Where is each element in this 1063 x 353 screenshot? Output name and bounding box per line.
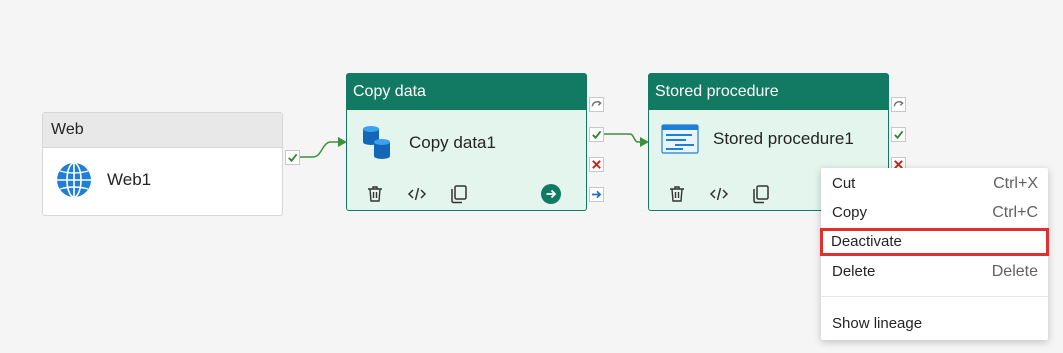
menu-item-shortcut: Ctrl+X bbox=[993, 175, 1038, 192]
copy-completion-output[interactable] bbox=[589, 187, 604, 202]
copy-data-icon bbox=[363, 126, 390, 159]
web-success-output[interactable] bbox=[285, 150, 300, 165]
sp-activity-type: Stored procedure bbox=[649, 74, 888, 110]
menu-item-label: Delete bbox=[832, 263, 876, 280]
copy-activity-name: Copy data1 bbox=[409, 133, 496, 152]
delete-icon bbox=[670, 186, 684, 202]
web-activity-type: Web bbox=[43, 113, 282, 148]
code-icon bbox=[709, 187, 729, 201]
menu-item-label: Show lineage bbox=[832, 315, 923, 332]
skip-icon bbox=[893, 100, 904, 107]
menu-item-label: Copy bbox=[832, 204, 868, 221]
view-code-button[interactable] bbox=[407, 184, 427, 204]
web-activity-name: Web1 bbox=[107, 170, 152, 189]
copy-skip-output[interactable] bbox=[589, 97, 604, 112]
stored-procedure-icon bbox=[661, 124, 699, 154]
menu-item-show-lineage[interactable]: Show lineage bbox=[821, 310, 1048, 338]
delete-button[interactable] bbox=[667, 184, 687, 204]
success-check-icon bbox=[288, 153, 298, 163]
arrow-right-circle-icon bbox=[541, 184, 561, 204]
menu-item-label: Cut bbox=[832, 175, 856, 192]
globe-icon bbox=[57, 162, 91, 198]
sp-success-output[interactable] bbox=[891, 127, 906, 142]
clone-icon bbox=[753, 185, 769, 204]
menu-item-label: Deactivate bbox=[831, 233, 902, 250]
context-menu: Cut Ctrl+X Copy Ctrl+C Deactivate Delete… bbox=[820, 168, 1049, 340]
completion-arrow-icon bbox=[591, 190, 602, 199]
menu-item-delete[interactable]: Delete Delete bbox=[821, 258, 1048, 286]
menu-item-shortcut: Delete bbox=[991, 263, 1038, 280]
code-icon bbox=[407, 187, 427, 201]
success-check-icon bbox=[894, 130, 904, 140]
sp-activity-name: Stored procedure1 bbox=[713, 129, 854, 148]
sp-skip-output[interactable] bbox=[891, 97, 906, 112]
menu-item-copy[interactable]: Copy Ctrl+C bbox=[821, 199, 1048, 227]
delete-icon bbox=[368, 186, 382, 202]
copy-success-output[interactable] bbox=[589, 127, 604, 142]
link-web-to-copy bbox=[300, 141, 338, 158]
run-activity-button[interactable] bbox=[541, 184, 561, 204]
copy-failure-output[interactable] bbox=[589, 157, 604, 172]
menu-separator bbox=[821, 296, 1048, 297]
menu-item-cut[interactable]: Cut Ctrl+X bbox=[821, 170, 1048, 198]
failure-x-icon bbox=[592, 160, 601, 169]
clone-button[interactable] bbox=[449, 184, 469, 204]
menu-item-deactivate[interactable]: Deactivate bbox=[820, 228, 1049, 256]
clone-button[interactable] bbox=[751, 184, 771, 204]
copy-activity-node[interactable]: Copy data Copy data1 bbox=[346, 73, 587, 211]
skip-icon bbox=[591, 100, 602, 107]
pipeline-canvas[interactable]: Web Web1 Copy data Copy data1 Stored pro… bbox=[0, 0, 1063, 353]
copy-activity-type: Copy data bbox=[347, 74, 586, 110]
web-activity-node[interactable]: Web Web1 bbox=[42, 112, 283, 216]
link-copy-to-sp bbox=[604, 133, 640, 143]
view-code-button[interactable] bbox=[709, 184, 729, 204]
clone-icon bbox=[451, 185, 467, 204]
success-check-icon bbox=[592, 130, 602, 140]
delete-button[interactable] bbox=[365, 184, 385, 204]
menu-item-shortcut: Ctrl+C bbox=[992, 204, 1038, 221]
